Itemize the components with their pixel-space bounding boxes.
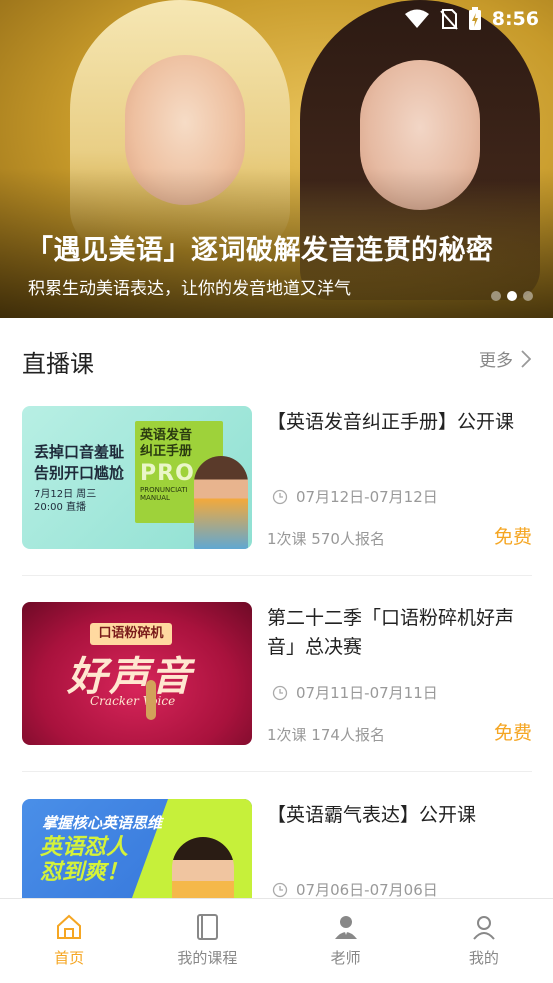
book-pro: PRO — [140, 461, 195, 486]
course-card[interactable]: 口语粉碎机 好声音 Cracker Voice 第二十二季「口语粉碎机好声音」总… — [22, 602, 532, 772]
bottom-tab-bar: 首页 我的课程 老师 我的 — [0, 898, 553, 983]
tab-my-courses[interactable]: 我的课程 — [138, 899, 276, 983]
course-card[interactable]: 丢掉口音羞耻 告别开口尴尬 7月12日 周三 20:00 直播 英语发音 纠正手… — [22, 406, 532, 576]
course-title: 【英语霸气表达】公开课 — [267, 804, 477, 826]
thumb-text: 英语发音 — [140, 428, 193, 443]
status-bar: 8:56 — [404, 6, 539, 32]
course-date-text: 07月12日-07月12日 — [296, 488, 438, 506]
course-date-text: 07月11日-07月11日 — [296, 684, 438, 702]
divider — [22, 575, 532, 576]
tab-teacher[interactable]: 老师 — [277, 899, 415, 983]
carousel-dot[interactable] — [523, 291, 533, 301]
course-date: 07月12日-07月12日 — [272, 486, 438, 507]
microphone-icon — [146, 680, 156, 720]
thumb-text: 丢掉口音羞耻 — [34, 443, 125, 461]
home-icon — [57, 914, 82, 939]
teacher-icon — [334, 916, 357, 939]
clock-icon — [272, 489, 288, 504]
banner-carousel[interactable]: 8:56 「遇见美语」逐词破解发音连贯的秘密 积累生动美语表达，让你的发音地道又… — [0, 0, 553, 318]
course-title: 第二十二季「口语粉碎机好声音」总决赛 — [267, 607, 515, 658]
thumb-schedule: 7月12日 周三 20:00 直播 — [34, 488, 96, 514]
course-meta: 1次课 570人报名 — [267, 530, 385, 548]
tab-label: 老师 — [330, 949, 361, 967]
thumb-text: MANUAL — [140, 494, 170, 502]
thumb-text: 7月12日 周三 — [34, 489, 97, 500]
chevron-right-icon — [521, 349, 531, 368]
thumb-headline: 丢掉口音羞耻 告别开口尴尬 — [34, 442, 124, 484]
course-title: 【英语发音纠正手册】公开课 — [267, 411, 515, 433]
thumb-badge: 口语粉碎机 — [90, 623, 172, 645]
thumb-slogan: 英语怼人 怼到爽！ — [40, 835, 128, 885]
more-button[interactable]: 更多 — [479, 346, 531, 371]
thumb-text: PRONUNCIATI — [140, 486, 188, 494]
status-time: 8:56 — [491, 8, 539, 30]
book-subtitle: PRONUNCIATI MANUAL — [140, 486, 188, 502]
carousel-dot-active[interactable] — [507, 291, 517, 301]
more-label: 更多 — [479, 351, 513, 371]
section-title: 直播课 — [22, 350, 94, 378]
course-date: 07月11日-07月11日 — [272, 682, 438, 703]
thumb-text: 纠正手册 — [140, 444, 193, 459]
thumb-script: Cracker Voice — [90, 694, 176, 708]
course-price: 免费 — [493, 722, 532, 744]
thumb-person — [194, 456, 248, 549]
banner-title: 「遇见美语」逐词破解发音连贯的秘密 — [26, 235, 494, 266]
course-date: 07月06日-07月06日 — [272, 879, 438, 898]
thumb-text: 告别开口尴尬 — [34, 464, 125, 482]
course-card[interactable]: 掌握核心英语思维 英语怼人 怼到爽！ 【英语霸气表达】公开课 07月06日-07… — [22, 799, 532, 898]
course-price: 免费 — [493, 526, 532, 548]
tab-label: 首页 — [54, 949, 85, 967]
banner-subtitle: 积累生动美语表达，让你的发音地道又洋气 — [28, 279, 351, 299]
clock-icon — [272, 882, 288, 897]
course-date-text: 07月06日-07月06日 — [296, 881, 438, 898]
wifi-icon — [404, 9, 429, 28]
thumb-headline: 掌握核心英语思维 — [42, 814, 163, 832]
course-thumbnail: 掌握核心英语思维 英语怼人 怼到爽！ — [22, 799, 252, 898]
no-sim-icon — [439, 9, 458, 30]
course-meta: 1次课 174人报名 — [267, 726, 385, 744]
user-icon — [473, 916, 495, 940]
tab-me[interactable]: 我的 — [415, 899, 553, 983]
thumb-person — [172, 837, 234, 898]
course-thumbnail: 丢掉口音羞耻 告别开口尴尬 7月12日 周三 20:00 直播 英语发音 纠正手… — [22, 406, 252, 549]
book-icon — [197, 914, 219, 940]
book-title: 英语发音 纠正手册 — [140, 428, 192, 460]
clock-icon — [272, 685, 288, 700]
divider — [22, 771, 532, 772]
carousel-dot[interactable] — [491, 291, 501, 301]
thumb-text: 怼到爽！ — [40, 860, 129, 885]
thumb-text: 20:00 直播 — [34, 502, 86, 513]
thumb-text: 英语怼人 — [40, 835, 129, 860]
tab-home[interactable]: 首页 — [0, 899, 138, 983]
carousel-indicator — [491, 291, 533, 301]
battery-charging-icon — [468, 7, 481, 30]
course-thumbnail: 口语粉碎机 好声音 Cracker Voice — [22, 602, 252, 745]
tab-label: 我的 — [468, 949, 499, 967]
tab-label: 我的课程 — [177, 949, 238, 967]
